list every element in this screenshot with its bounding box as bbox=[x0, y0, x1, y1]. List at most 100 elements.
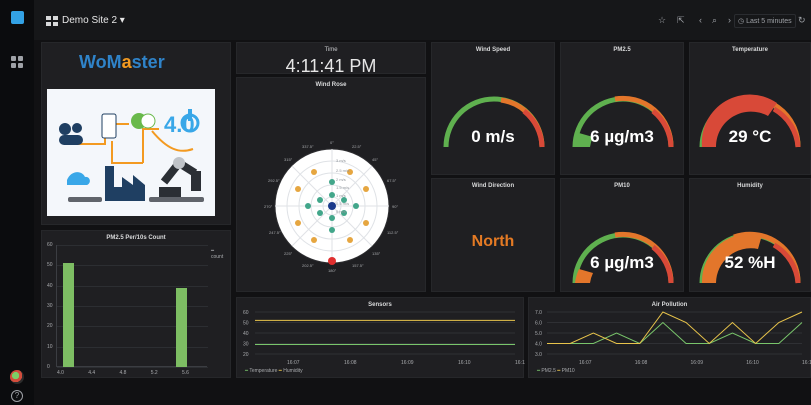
brand-panel: WoMaster 4.0 bbox=[41, 42, 231, 225]
line-chart-x-tick-label: 16:08 bbox=[635, 360, 648, 366]
line-chart-x-tick-label: 16:09 bbox=[401, 360, 414, 366]
line-chart-y-tick-label: 60 bbox=[243, 310, 249, 316]
time-label: Time bbox=[324, 47, 338, 53]
bar-series-count[interactable] bbox=[63, 263, 74, 367]
pm25-panel: PM2.5 6 µg/m3 bbox=[560, 42, 684, 175]
ring-label-05: 0.5 m/s bbox=[336, 201, 349, 206]
dashboard-title[interactable]: Demo Site 2 ▾ bbox=[62, 15, 125, 26]
ring-label-3: 3 m/s bbox=[336, 158, 346, 163]
time-value: 4:11:41 PM bbox=[285, 56, 377, 76]
wind-direction-title: Wind Direction bbox=[471, 183, 515, 189]
direction-67-label: 67.5° bbox=[387, 178, 397, 183]
direction-202-label: 202.5° bbox=[302, 263, 314, 268]
line-chart-y-tick-label: 7.0 bbox=[535, 310, 542, 316]
direction-112-label: 112.5° bbox=[387, 230, 399, 235]
wind-direction-value: North bbox=[471, 233, 515, 250]
line-chart-y-tick-label: 40 bbox=[243, 331, 249, 337]
ring-label-15: 1.5 m/s bbox=[336, 185, 349, 190]
direction-270-label: 270° bbox=[264, 204, 273, 209]
direction-225-label: 225° bbox=[284, 251, 293, 256]
industry-image: 4.0 bbox=[47, 89, 215, 216]
star-icon[interactable]: ☆ bbox=[658, 15, 666, 26]
bar-x-tick-label: 4.4 bbox=[88, 370, 96, 376]
chevron-right-icon[interactable]: › bbox=[728, 15, 731, 25]
pm10-series-line bbox=[547, 311, 803, 345]
humidity-value: 52 %H bbox=[724, 253, 776, 272]
line-chart-y-tick-label: 4.0 bbox=[535, 342, 542, 348]
bar-y-tick-label: 60 bbox=[47, 242, 53, 248]
pm25-value: 6 µg/m3 bbox=[590, 127, 654, 146]
wind-rose-panel: Wind Rose 0° 22.5° 45° 67.5° 90° 112.5° … bbox=[236, 77, 426, 292]
direction-45-label: 45° bbox=[372, 157, 378, 162]
bar-chart-grid: 0 10 20 30 40 50 60 4.0 4.4 4.8 5.2 5.6 bbox=[47, 242, 208, 376]
sensors-legend: ━ Temperature ━ Humidity bbox=[245, 368, 303, 374]
bar-series-count[interactable] bbox=[176, 287, 188, 367]
brand-logo: WoMaster bbox=[79, 52, 165, 72]
avatar[interactable] bbox=[10, 370, 24, 384]
direction-22-label: 22.5° bbox=[352, 144, 362, 149]
sensors-panel: Sensors 60 50 40 30 20 16:07 16:08 16:09 16:10 16… bbox=[236, 297, 525, 378]
line-chart-x-tick-label: 16:10 bbox=[458, 360, 471, 366]
temperature-value: 29 °C bbox=[728, 127, 772, 146]
wind-speed-value: 0 m/s bbox=[471, 127, 515, 146]
direction-315-label: 315° bbox=[284, 157, 293, 162]
wind-direction-panel: Wind Direction North bbox=[431, 178, 555, 292]
line-chart-x-tick-label: 16:07 bbox=[287, 360, 300, 366]
top-navigation: Demo Site 2 ▾ ☆ ⇱ ‹ ⌕ › ◷ Last 5 minutes… bbox=[34, 0, 811, 40]
direction-157-label: 157.5° bbox=[352, 263, 364, 268]
count-legend: ━ count bbox=[211, 248, 224, 260]
wind-rose-chart: 0° 22.5° 45° 67.5° 90° 112.5° 135° 157.5… bbox=[264, 140, 399, 273]
time-range-picker[interactable]: ◷ Last 5 minutes bbox=[734, 14, 796, 28]
refresh-icon[interactable]: ↻ bbox=[798, 15, 806, 26]
help-icon[interactable]: ? bbox=[11, 390, 23, 402]
pm25-count-panel: PM2.5 Per/10s Count 0 10 20 30 40 50 60 4.0 4.4 4… bbox=[41, 230, 231, 378]
bar-gridline bbox=[57, 285, 208, 287]
bar-y-tick-label: 20 bbox=[47, 323, 53, 330]
grafana-logo-icon[interactable] bbox=[11, 11, 24, 24]
pm25-gauge bbox=[572, 95, 674, 148]
dashboard-grid-icon[interactable] bbox=[46, 16, 58, 26]
bar-y-tick-label: 10 bbox=[47, 343, 53, 350]
line-chart-y-tick-label: 30 bbox=[243, 342, 249, 348]
bar-x-tick-label: 5.2 bbox=[150, 370, 158, 376]
bar-x-tick-label: 5.6 bbox=[182, 370, 189, 376]
direction-337-label: 337.5° bbox=[302, 144, 314, 149]
line-chart-y-tick-label: 5.0 bbox=[535, 331, 542, 337]
bar-x-tick-label: 4.0 bbox=[57, 370, 64, 376]
direction-0-label: 0° bbox=[330, 140, 334, 145]
air-pollution-legend: ━ PM2.5 ━ PM10 bbox=[537, 368, 575, 374]
line-chart-x-tick-label: 16:08 bbox=[344, 360, 357, 366]
direction-135-label: 135° bbox=[372, 251, 381, 256]
direction-247-label: 247.5° bbox=[269, 230, 281, 235]
bar-y-tick-label: 30 bbox=[47, 303, 53, 309]
ring-label-2: 2 m/s bbox=[336, 177, 346, 182]
bar-gridline bbox=[57, 367, 208, 368]
air-pollution-chart: 7.0 6.0 5.0 4.0 3.0 16:07 16:08 16:09 16:10 16:11 bbox=[535, 310, 811, 366]
wind-speed-gauge bbox=[443, 96, 545, 148]
sidebar: ? bbox=[0, 0, 34, 405]
ring-label-0: 0 m/s bbox=[336, 209, 346, 214]
wind-speed-panel: Wind Speed 0 m/s bbox=[431, 42, 555, 175]
direction-180-label: 180° bbox=[328, 268, 337, 273]
line-chart-x-tick-label: 16:11 bbox=[802, 360, 811, 366]
dashboards-icon[interactable] bbox=[11, 56, 24, 69]
line-chart-x-tick-label: 16:11 bbox=[515, 360, 525, 366]
line-chart-y-tick-label: 20 bbox=[243, 352, 249, 358]
bar-gridline bbox=[57, 245, 208, 246]
air-pollution-panel: Air Pollution 7.0 6.0 5.0 4.0 3.0 16:07 16:08 1… bbox=[528, 297, 811, 378]
temperature-panel: Temperature 29 °C bbox=[689, 42, 811, 175]
temperature-gauge bbox=[699, 94, 801, 148]
line-chart-x-tick-label: 16:09 bbox=[691, 360, 704, 366]
humidity-gauge bbox=[699, 231, 801, 284]
chevron-left-icon[interactable]: ‹ bbox=[699, 15, 702, 25]
bar-y-tick-label: 50 bbox=[47, 262, 53, 269]
bar-gridline bbox=[57, 265, 208, 267]
zoom-icon[interactable]: ⌕ bbox=[712, 15, 717, 26]
pm10-panel: PM10 6 µg/m3 bbox=[560, 178, 684, 292]
line-chart-y-tick-label: 50 bbox=[243, 321, 249, 327]
share-icon[interactable]: ⇱ bbox=[677, 15, 685, 26]
pm10-gauge bbox=[572, 231, 674, 284]
line-chart-x-tick-label: 16:07 bbox=[579, 360, 592, 366]
ring-label-25: 2.5 m/s bbox=[336, 168, 349, 173]
sensors-chart: 60 50 40 30 20 16:07 16:08 16:09 16:10 16:11 bbox=[243, 310, 525, 366]
